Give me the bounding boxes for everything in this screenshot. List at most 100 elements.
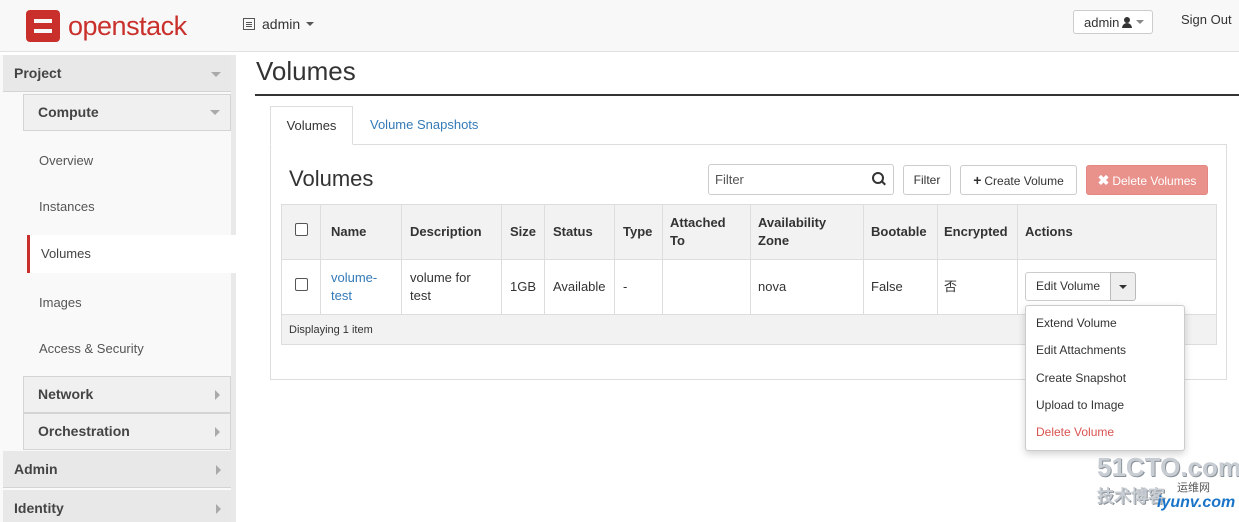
- name-line: volume-: [331, 270, 378, 285]
- column-divider: [1017, 205, 1018, 314]
- sidebar-section-project[interactable]: Project: [3, 55, 231, 92]
- sidebar-section-identity[interactable]: Identity: [3, 490, 231, 522]
- openstack-logo-icon: [26, 10, 60, 42]
- sidebar-panel-orchestration[interactable]: Orchestration: [23, 413, 231, 450]
- column-header-name[interactable]: Name: [331, 223, 366, 241]
- name-line: test: [331, 288, 352, 303]
- volume-description: volume for test: [410, 269, 471, 305]
- filter-input[interactable]: [708, 164, 894, 195]
- table-title: Volumes: [289, 166, 374, 191]
- column-header-status[interactable]: Status: [553, 223, 593, 241]
- sidebar-item-access-security[interactable]: Access & Security: [39, 341, 144, 356]
- chevron-right-icon: [215, 427, 220, 437]
- column-divider: [320, 205, 321, 314]
- column-header-availability-zone[interactable]: Availability Zone: [758, 214, 826, 250]
- create-volume-button[interactable]: + Create Volume: [960, 165, 1077, 195]
- desc-line: volume for: [410, 270, 471, 285]
- column-divider: [401, 205, 402, 314]
- column-divider: [937, 205, 938, 314]
- column-header-type[interactable]: Type: [623, 223, 652, 241]
- edit-volume-button[interactable]: Edit Volume: [1025, 272, 1111, 301]
- sidebar-scroll-gutter: [231, 55, 236, 522]
- user-name: admin: [1084, 14, 1120, 30]
- watermark: 51CTO.com 技术博客 运维网 iyunv.com: [1095, 452, 1239, 514]
- column-header-description[interactable]: Description: [410, 223, 482, 241]
- tab-volumes[interactable]: Volumes: [270, 106, 353, 145]
- watermark-text: 51CTO.com: [1097, 452, 1239, 482]
- header-line: Zone: [758, 233, 790, 248]
- column-divider: [863, 205, 864, 314]
- header-line: Attached: [670, 215, 726, 230]
- delete-volumes-label: Delete Volumes: [1112, 174, 1197, 188]
- close-icon: ✖: [1097, 172, 1110, 188]
- menu-item-upload-to-image[interactable]: Upload to Image: [1036, 398, 1124, 412]
- sidebar-panel-label: Network: [38, 386, 94, 402]
- sign-out-link[interactable]: Sign Out: [1181, 12, 1232, 27]
- column-header-encrypted[interactable]: Encrypted: [944, 223, 1008, 241]
- column-divider: [750, 205, 751, 314]
- delete-volumes-button[interactable]: ✖ Delete Volumes: [1086, 165, 1208, 195]
- volume-name-link[interactable]: volume-test: [331, 269, 377, 305]
- column-divider: [501, 205, 502, 314]
- watermark-text: 运维网: [1177, 482, 1210, 494]
- page-title: Volumes: [256, 56, 356, 86]
- column-header-actions: Actions: [1025, 224, 1073, 239]
- column-header-attached-to[interactable]: Attached To: [670, 214, 726, 250]
- actions-dropdown-menu: Extend Volume Edit Attachments Create Sn…: [1025, 305, 1185, 451]
- list-icon: [243, 18, 255, 30]
- volume-bootable: False: [871, 279, 903, 294]
- volume-type: -: [623, 279, 628, 294]
- chevron-down-icon: [306, 22, 315, 26]
- openstack-logo[interactable]: openstack: [26, 10, 187, 42]
- actions-dropdown-toggle[interactable]: [1110, 272, 1136, 301]
- volume-encrypted: 否: [944, 279, 958, 294]
- sidebar-section-label: Project: [14, 65, 62, 81]
- tab-volume-snapshots[interactable]: Volume Snapshots: [370, 106, 478, 145]
- chevron-right-icon: [215, 390, 220, 400]
- chevron-down-icon: [1136, 20, 1145, 24]
- select-all-checkbox[interactable]: [295, 223, 308, 236]
- chevron-right-icon: [216, 465, 221, 475]
- top-navbar: openstack admin admin Sign Out: [0, 0, 1239, 52]
- column-divider: [544, 205, 545, 314]
- sidebar: Project Compute Overview Instances Volum…: [0, 55, 236, 522]
- header-line: To: [670, 233, 685, 248]
- title-divider: [255, 94, 1239, 96]
- volume-status: Available: [553, 279, 606, 294]
- filter-button[interactable]: Filter: [903, 165, 951, 195]
- chevron-down-icon: [211, 72, 221, 77]
- chevron-down-icon: [210, 110, 220, 115]
- user-icon: [1122, 16, 1133, 28]
- search-icon[interactable]: [872, 172, 886, 186]
- menu-item-extend-volume[interactable]: Extend Volume: [1036, 316, 1117, 330]
- project-name: admin: [262, 16, 301, 32]
- column-divider: [662, 205, 663, 314]
- column-header-bootable[interactable]: Bootable: [871, 223, 927, 241]
- sidebar-section-admin[interactable]: Admin: [3, 451, 231, 488]
- watermark-text: 技术博客: [1097, 487, 1165, 506]
- sidebar-section-label: Admin: [14, 461, 58, 477]
- menu-item-create-snapshot[interactable]: Create Snapshot: [1036, 371, 1126, 385]
- sidebar-item-overview[interactable]: Overview: [39, 153, 93, 168]
- brand-name: openstack: [68, 11, 187, 41]
- sidebar-section-label: Identity: [14, 500, 64, 516]
- column-header-size[interactable]: Size: [510, 223, 536, 241]
- volume-size: 1GB: [510, 279, 537, 294]
- column-divider: [614, 205, 615, 314]
- menu-item-edit-attachments[interactable]: Edit Attachments: [1036, 343, 1126, 357]
- create-volume-label: Create Volume: [984, 174, 1064, 188]
- user-menu-button[interactable]: admin: [1073, 10, 1153, 34]
- sidebar-panel-label: Compute: [38, 104, 99, 120]
- menu-item-delete-volume[interactable]: Delete Volume: [1036, 425, 1114, 439]
- row-checkbox[interactable]: [295, 278, 308, 291]
- sidebar-item-images[interactable]: Images: [39, 295, 82, 310]
- sidebar-panel-compute[interactable]: Compute: [23, 94, 231, 131]
- sidebar-item-volumes[interactable]: Volumes: [27, 235, 236, 273]
- chevron-down-icon: [1119, 285, 1127, 289]
- chevron-right-icon: [216, 504, 221, 514]
- sidebar-item-instances[interactable]: Instances: [39, 199, 95, 214]
- sidebar-panel-network[interactable]: Network: [23, 376, 231, 413]
- watermark-text: iyunv.com: [1157, 494, 1236, 511]
- project-switcher[interactable]: admin: [243, 16, 315, 32]
- plus-icon: +: [973, 172, 982, 188]
